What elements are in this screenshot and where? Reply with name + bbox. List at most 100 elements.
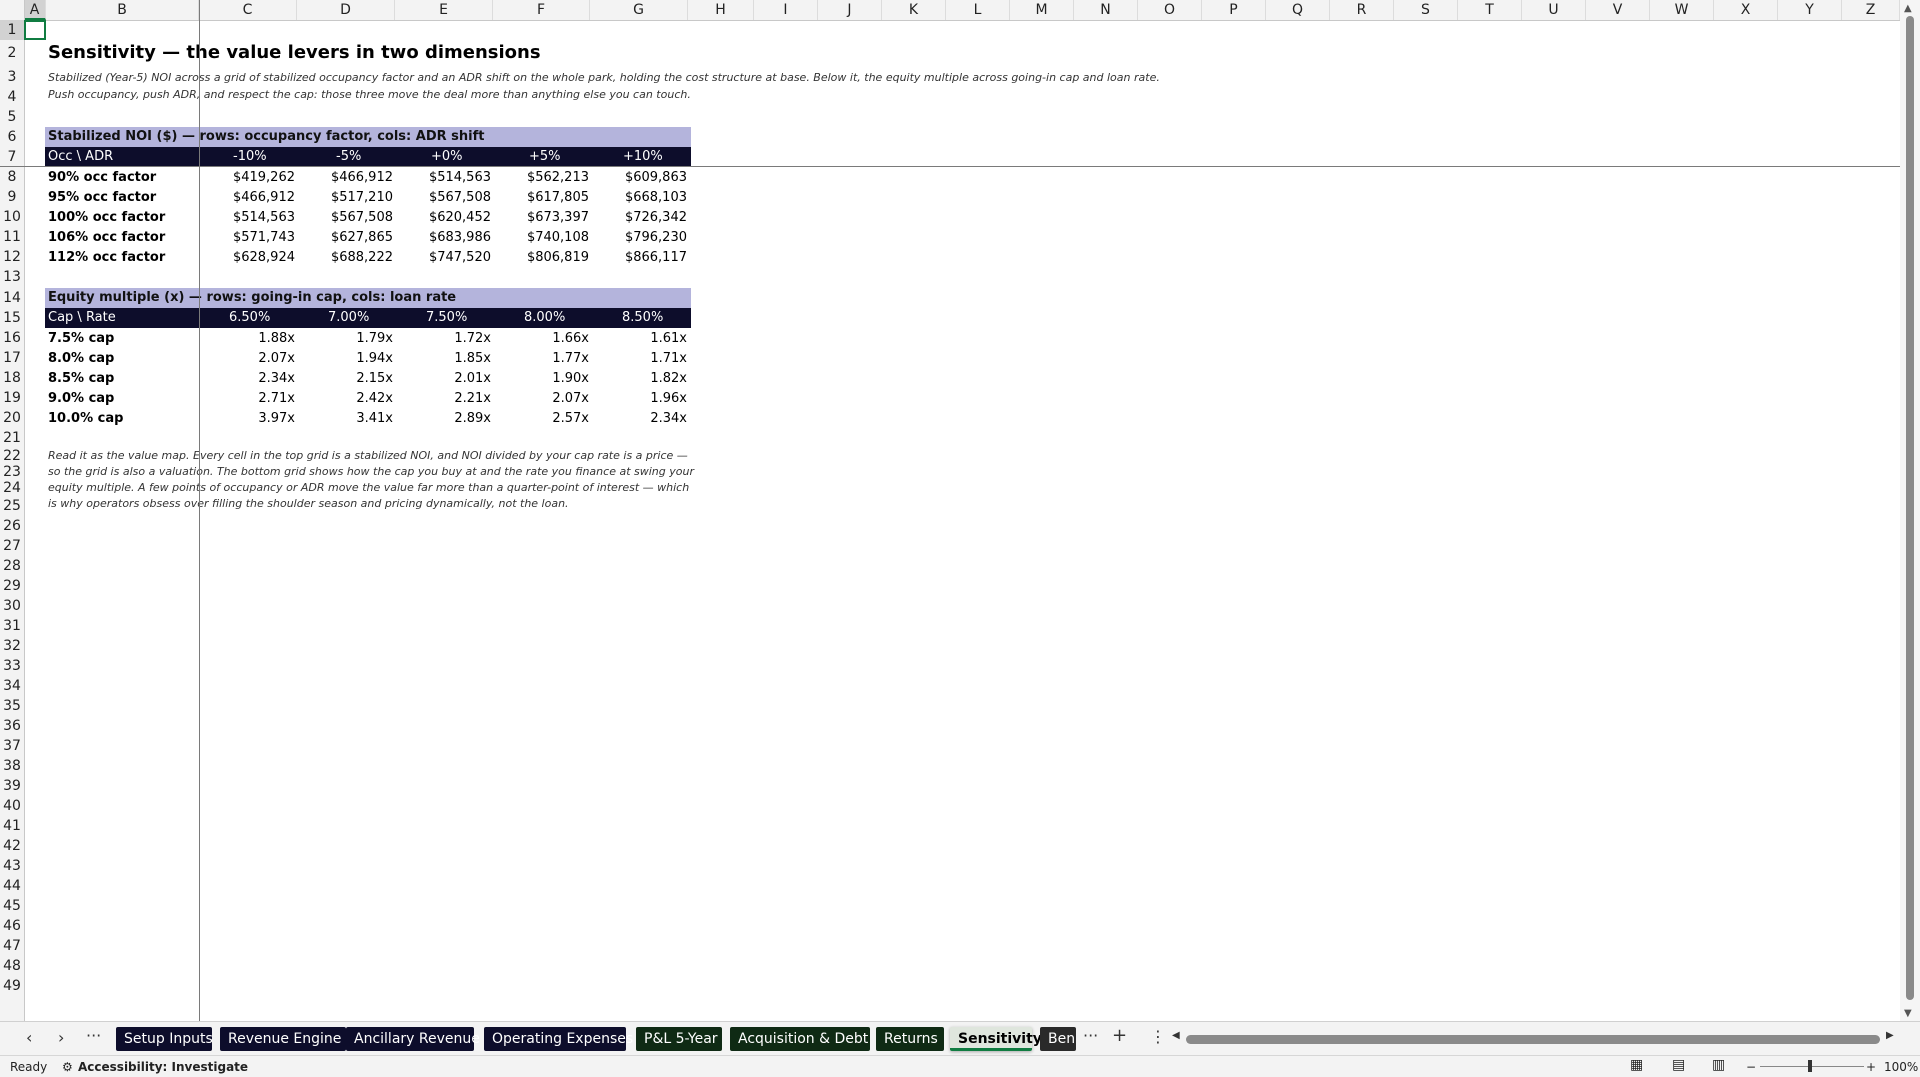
noi-cell[interactable]: $562,213 [499,168,589,188]
row-header-16[interactable]: 16 [0,328,24,348]
row-header-27[interactable]: 27 [0,536,24,556]
hscroll-left-icon[interactable]: ◀ [1172,1030,1180,1041]
noi-cell[interactable]: $726,342 [597,208,687,228]
row-header-15[interactable]: 15 [0,308,24,328]
zoom-level[interactable]: 100% [1884,1060,1918,1074]
equity-cell[interactable]: 2.34x [597,409,687,429]
column-header-p[interactable]: P [1202,0,1266,20]
noi-cell[interactable]: $796,230 [597,228,687,248]
equity-cell[interactable]: 1.79x [303,329,393,349]
row-header-45[interactable]: 45 [0,896,24,916]
noi-cell[interactable]: $517,210 [303,188,393,208]
noi-cell[interactable]: $514,563 [205,208,295,228]
zoom-slider-track[interactable] [1760,1066,1864,1067]
page-break-preview-icon[interactable]: ▥ [1712,1057,1725,1073]
equity-cell[interactable]: 1.71x [597,349,687,369]
equity-cell[interactable]: 2.57x [499,409,589,429]
equity-cell[interactable]: 2.42x [303,389,393,409]
noi-cell[interactable]: $740,108 [499,228,589,248]
row-header-20[interactable]: 20 [0,408,24,428]
row-header-19[interactable]: 19 [0,388,24,408]
row-header-5[interactable]: 5 [0,107,24,127]
row-header-7[interactable]: 7 [0,147,24,167]
noi-cell[interactable]: $571,743 [205,228,295,248]
noi-cell[interactable]: $747,520 [401,248,491,268]
sheet-tab-sensitivity[interactable]: Sensitivity [950,1027,1042,1051]
row-header-28[interactable]: 28 [0,556,24,576]
noi-cell[interactable]: $466,912 [205,188,295,208]
sheet-tab-returns[interactable]: Returns [876,1027,944,1051]
column-header-n[interactable]: N [1074,0,1138,20]
accessibility-icon[interactable]: ⚙ [62,1060,73,1074]
row-header-12[interactable]: 12 [0,247,24,267]
column-header-k[interactable]: K [882,0,946,20]
column-header-q[interactable]: Q [1266,0,1330,20]
more-tabs-left-icon[interactable]: ··· [86,1026,101,1045]
row-header-38[interactable]: 38 [0,756,24,776]
noi-cell[interactable]: $673,397 [499,208,589,228]
noi-cell[interactable]: $514,563 [401,168,491,188]
equity-cell[interactable]: 2.01x [401,369,491,389]
more-tabs-right-icon[interactable]: ··· [1083,1026,1098,1045]
noi-cell[interactable]: $668,103 [597,188,687,208]
row-header-39[interactable]: 39 [0,776,24,796]
equity-cell[interactable]: 3.97x [205,409,295,429]
sheet-tab-revenue-engine[interactable]: Revenue Engine [220,1027,346,1051]
column-header-z[interactable]: Z [1842,0,1900,20]
active-cell-a1[interactable] [24,20,46,40]
column-header-j[interactable]: J [818,0,882,20]
equity-cell[interactable]: 2.15x [303,369,393,389]
noi-cell[interactable]: $620,452 [401,208,491,228]
tab-scroll-left-icon[interactable]: ‹ [26,1028,32,1047]
row-header-41[interactable]: 41 [0,816,24,836]
noi-cell[interactable]: $617,805 [499,188,589,208]
row-header-48[interactable]: 48 [0,956,24,976]
scroll-up-icon[interactable]: ▲ [1904,3,1912,14]
noi-cell[interactable]: $567,508 [303,208,393,228]
row-header-24[interactable]: 24 [0,480,24,496]
column-header-w[interactable]: W [1650,0,1714,20]
noi-cell[interactable]: $609,863 [597,168,687,188]
row-header-13[interactable]: 13 [0,267,24,288]
row-header-8[interactable]: 8 [0,167,24,187]
row-header-3[interactable]: 3 [0,67,24,87]
column-header-f[interactable]: F [493,0,590,20]
row-header-49[interactable]: 49 [0,976,24,996]
row-header-22[interactable]: 22 [0,448,24,464]
add-sheet-icon[interactable]: + [1112,1025,1127,1046]
equity-cell[interactable]: 1.85x [401,349,491,369]
page-layout-icon[interactable]: ▤ [1672,1057,1685,1073]
equity-cell[interactable]: 1.72x [401,329,491,349]
noi-cell[interactable]: $683,986 [401,228,491,248]
equity-cell[interactable]: 1.94x [303,349,393,369]
equity-cell[interactable]: 2.21x [401,389,491,409]
equity-cell[interactable]: 2.89x [401,409,491,429]
column-header-a[interactable]: A [24,0,46,20]
row-header-18[interactable]: 18 [0,368,24,388]
zoom-in-icon[interactable]: + [1866,1060,1876,1074]
row-header-31[interactable]: 31 [0,616,24,636]
equity-cell[interactable]: 1.66x [499,329,589,349]
row-header-4[interactable]: 4 [0,87,24,107]
equity-cell[interactable]: 1.88x [205,329,295,349]
tab-scroll-right-icon[interactable]: › [58,1028,64,1047]
row-header-2[interactable]: 2 [0,40,24,67]
sheet-tab-ben[interactable]: Ben [1040,1027,1076,1051]
row-header-35[interactable]: 35 [0,696,24,716]
row-header-30[interactable]: 30 [0,596,24,616]
normal-view-icon[interactable]: ▦ [1630,1057,1643,1073]
sheet-tab-operating-expenses[interactable]: Operating Expenses [484,1027,633,1051]
hscroll-right-icon[interactable]: ▶ [1886,1030,1894,1041]
row-header-36[interactable]: 36 [0,716,24,736]
equity-cell[interactable]: 2.07x [205,349,295,369]
row-header-40[interactable]: 40 [0,796,24,816]
zoom-out-icon[interactable]: − [1746,1060,1756,1074]
column-header-b[interactable]: B [46,0,199,20]
sheet-tab-p-l-5-year[interactable]: P&L 5-Year [636,1027,722,1051]
row-header-43[interactable]: 43 [0,856,24,876]
column-header-v[interactable]: V [1586,0,1650,20]
row-header-26[interactable]: 26 [0,516,24,536]
column-header-h[interactable]: H [688,0,754,20]
equity-cell[interactable]: 1.77x [499,349,589,369]
noi-cell[interactable]: $866,117 [597,248,687,268]
